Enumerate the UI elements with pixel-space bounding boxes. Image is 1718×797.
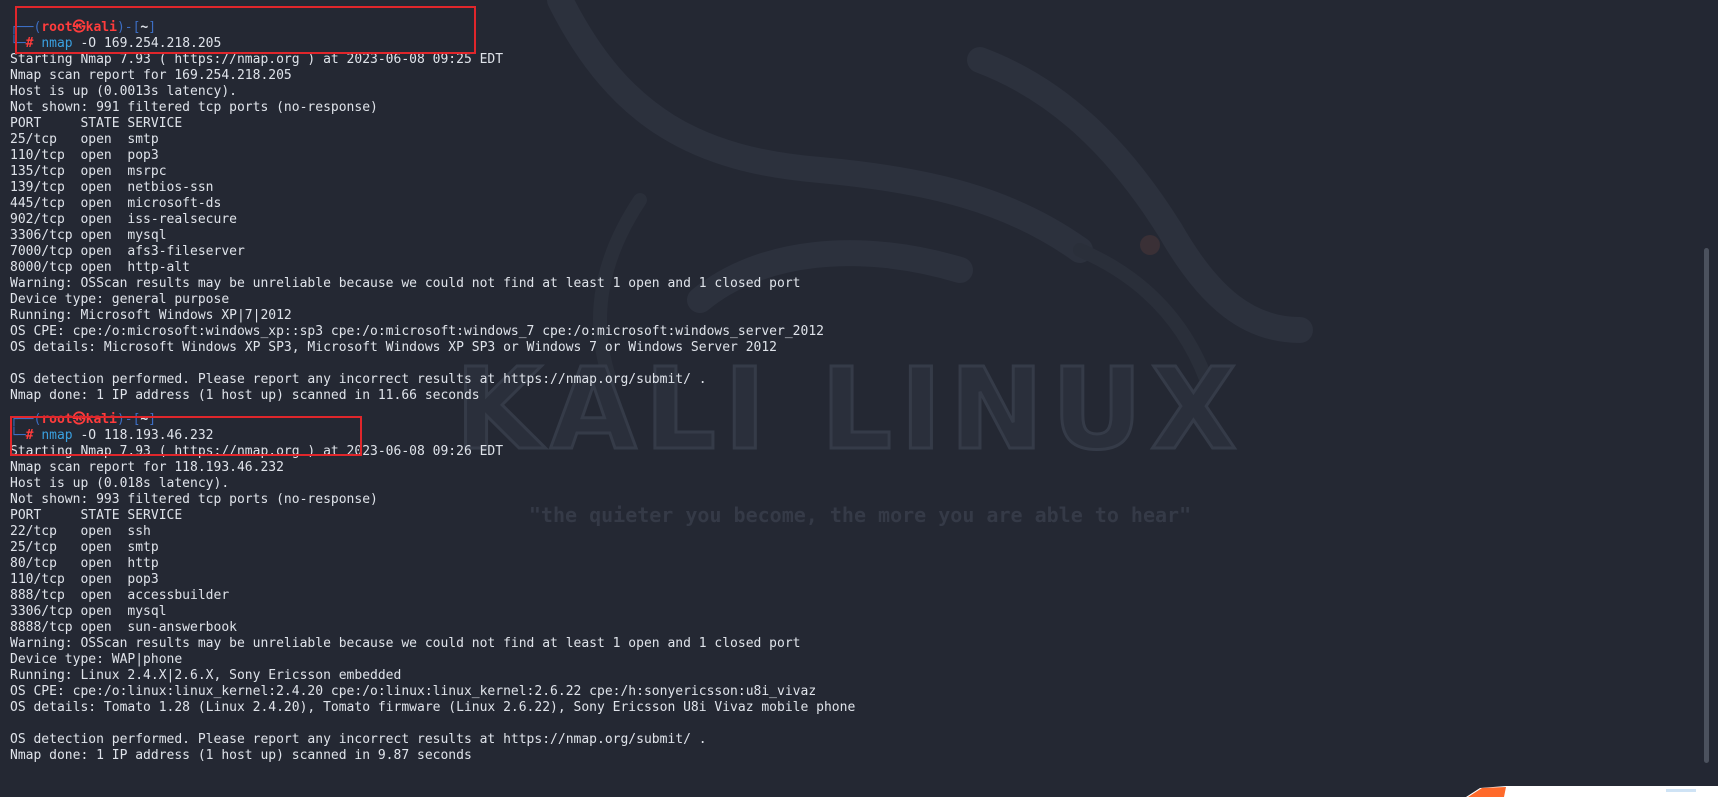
output-line: Starting Nmap 7.93 ( https://nmap.org ) … bbox=[10, 52, 504, 67]
output-line: 8888/tcp open sun-answerbook bbox=[10, 620, 237, 635]
terminal-output: ┌──(root㉿kali)-[~] └─# nmap -O 169.254.21… bbox=[10, 20, 855, 764]
output-line: 25/tcp open smtp bbox=[10, 540, 159, 555]
prompt-separator: )-[ bbox=[116, 412, 141, 427]
output-line: OS detection performed. Please report an… bbox=[10, 372, 707, 387]
prompt-bracket-end: ] bbox=[148, 412, 157, 427]
prompt-box-top: ┌──( bbox=[10, 412, 42, 427]
prompt-box-bottom: └─ bbox=[10, 36, 26, 51]
output-line: OS CPE: cpe:/o:microsoft:windows_xp::sp3… bbox=[10, 324, 824, 339]
output-line: Device type: general purpose bbox=[10, 292, 230, 307]
output-line: Nmap done: 1 IP address (1 host up) scan… bbox=[10, 748, 472, 763]
output-line: Starting Nmap 7.93 ( https://nmap.org ) … bbox=[10, 444, 504, 459]
output-line: 445/tcp open microsoft-ds bbox=[10, 196, 222, 211]
output-line: 139/tcp open netbios-ssn bbox=[10, 180, 214, 195]
output-line: Running: Microsoft Windows XP|7|2012 bbox=[10, 308, 292, 323]
output-line: 7000/tcp open afs3-fileserver bbox=[10, 244, 245, 259]
prompt-box-top: ┌──( bbox=[10, 20, 42, 35]
output-line: PORT STATE SERVICE bbox=[10, 508, 183, 523]
command-target: 169.254.218.205 bbox=[103, 36, 222, 51]
output-line: Nmap scan report for 118.193.46.232 bbox=[10, 460, 284, 475]
output-line: Host is up (0.018s latency). bbox=[10, 476, 230, 491]
scrollbar-thumb[interactable] bbox=[1704, 248, 1709, 763]
output-line: Running: Linux 2.4.X|2.6.X, Sony Ericsso… bbox=[10, 668, 402, 683]
output-line: 25/tcp open smtp bbox=[10, 132, 159, 147]
prompt-hash: # bbox=[25, 428, 34, 443]
prompt-bracket-end: ] bbox=[148, 20, 157, 35]
output-line: PORT STATE SERVICE bbox=[10, 116, 183, 131]
prompt-line: ┌──(root㉿kali)-[~] bbox=[10, 20, 855, 36]
output-line: 135/tcp open msrpc bbox=[10, 164, 167, 179]
output-line: OS detection performed. Please report an… bbox=[10, 732, 707, 747]
output-line: Not shown: 991 filtered tcp ports (no-re… bbox=[10, 100, 378, 115]
output-line: OS CPE: cpe:/o:linux:linux_kernel:2.4.20… bbox=[10, 684, 817, 699]
output-line: Not shown: 993 filtered tcp ports (no-re… bbox=[10, 492, 378, 507]
command-line: └─# nmap -O 118.193.46.232 bbox=[10, 428, 855, 444]
output-line: Nmap scan report for 169.254.218.205 bbox=[10, 68, 292, 83]
tray-app-icon[interactable] bbox=[1466, 784, 1718, 797]
prompt-hash: # bbox=[25, 36, 34, 51]
prompt-user: root㉿kali bbox=[41, 412, 117, 427]
terminal-window[interactable]: KALI LINUX "the quieter you become, the … bbox=[0, 0, 1700, 797]
command-flag: -O bbox=[80, 36, 97, 51]
prompt-separator: )-[ bbox=[116, 20, 141, 35]
output-line: 902/tcp open iss-realsecure bbox=[10, 212, 237, 227]
output-line: Device type: WAP|phone bbox=[10, 652, 183, 667]
command-line: └─# nmap -O 169.254.218.205 bbox=[10, 36, 855, 52]
command-target: 118.193.46.232 bbox=[103, 428, 214, 443]
output-line: 80/tcp open http bbox=[10, 556, 159, 571]
command-name: nmap bbox=[41, 428, 73, 443]
output-line: 110/tcp open pop3 bbox=[10, 148, 159, 163]
output-line: 8000/tcp open http-alt bbox=[10, 260, 191, 275]
output-line: Host is up (0.0013s latency). bbox=[10, 84, 237, 99]
output-line: Warning: OSScan results may be unreliabl… bbox=[10, 276, 801, 291]
output-line: Warning: OSScan results may be unreliabl… bbox=[10, 636, 801, 651]
output-line: 3306/tcp open mysql bbox=[10, 228, 167, 243]
output-line: 110/tcp open pop3 bbox=[10, 572, 159, 587]
output-line: OS details: Tomato 1.28 (Linux 2.4.20), … bbox=[10, 700, 856, 715]
prompt-user: root㉿kali bbox=[41, 20, 117, 35]
prompt-box-bottom: └─ bbox=[10, 428, 26, 443]
prompt-line: ┌──(root㉿kali)-[~] bbox=[10, 412, 855, 428]
command-name: nmap bbox=[41, 36, 73, 51]
output-line: 3306/tcp open mysql bbox=[10, 604, 167, 619]
output-line: Nmap done: 1 IP address (1 host up) scan… bbox=[10, 388, 480, 403]
output-line: 22/tcp open ssh bbox=[10, 524, 151, 539]
output-line: 888/tcp open accessbuilder bbox=[10, 588, 230, 603]
output-line: OS details: Microsoft Windows XP SP3, Mi… bbox=[10, 340, 778, 355]
command-flag: -O bbox=[80, 428, 97, 443]
